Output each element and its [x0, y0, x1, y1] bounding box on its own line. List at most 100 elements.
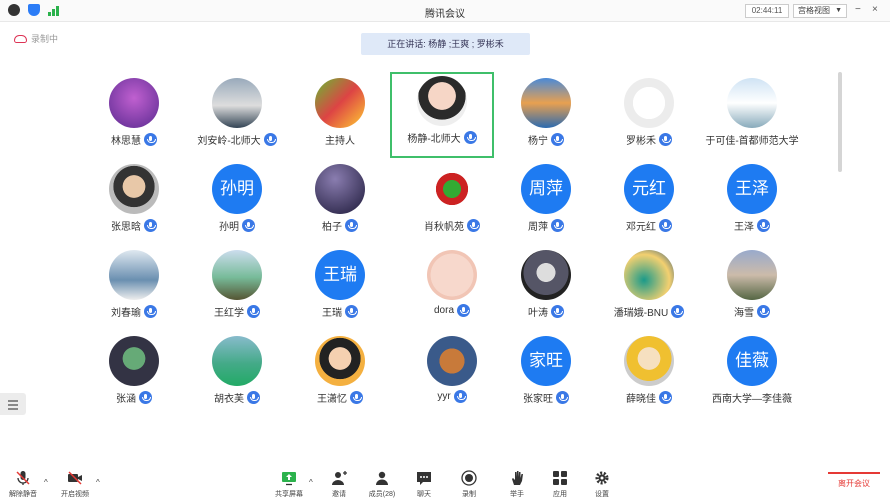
grid-scrollbar[interactable] [838, 72, 842, 172]
participant-tile[interactable]: 刘安岭-北师大 [177, 74, 297, 162]
participant-name: 王瑞 [322, 308, 342, 319]
participant-tile[interactable]: 叶涛 [486, 246, 606, 334]
unmute-button[interactable]: 解除静音 [0, 470, 46, 499]
minimize-icon[interactable]: − [855, 4, 861, 15]
participant-name-row: 主持人 [280, 132, 400, 147]
participant-name: 杨静-北师大 [407, 134, 461, 145]
bottom-toolbar: 解除静音 ^ 开启视频 ^ 共享屏幕 ^ 邀请 成员(28) 聊天 录制 举手 … [0, 466, 890, 503]
participant-tile[interactable]: 薛晓佳 [589, 332, 709, 420]
mic-icon [757, 305, 770, 318]
share-screen-label: 共享屏幕 [275, 491, 303, 498]
mic-icon [467, 219, 480, 232]
participant-name-row: 潘瑞娥-BNU [589, 304, 709, 319]
avatar [521, 250, 571, 300]
avatar [109, 78, 159, 128]
mic-off-icon [16, 471, 30, 485]
close-icon[interactable]: × [872, 4, 878, 15]
video-off-icon [68, 471, 82, 485]
start-video-label: 开启视频 [61, 491, 89, 498]
participant-tile[interactable]: 柏子 [280, 160, 400, 248]
participant-name-row: 西南大学—李佳薇 [692, 390, 812, 405]
avatar [212, 250, 262, 300]
share-screen-icon [282, 472, 296, 486]
participant-name-row: 海雪 [692, 304, 812, 319]
participant-tile[interactable]: 元红 邓元红 [589, 160, 709, 248]
participant-tile[interactable]: 张思晗 [74, 160, 194, 248]
mic-icon [551, 219, 564, 232]
participant-name: 孙明 [219, 222, 239, 233]
participant-name: 肖秋帆苑 [424, 222, 464, 233]
participant-name: 王泽 [734, 222, 754, 233]
raise-hand-button[interactable]: 举手 [494, 470, 540, 499]
participant-name: yyr [437, 391, 451, 402]
invite-icon [332, 471, 347, 485]
participant-tile[interactable]: 王潇忆 [280, 332, 400, 420]
mic-icon [144, 305, 157, 318]
apps-button[interactable]: 应用 [537, 470, 583, 499]
avatar [727, 78, 777, 128]
avatar: 王泽 [727, 164, 777, 214]
apps-label: 应用 [553, 491, 567, 498]
participant-tile[interactable]: 张涵 [74, 332, 194, 420]
record-button[interactable]: 录制 [446, 470, 492, 499]
members-label: 成员(28) [368, 491, 396, 498]
participant-tile[interactable]: 刘春瑜 [74, 246, 194, 334]
participant-tile[interactable]: 罗彬禾 [589, 74, 709, 162]
participant-name-row: 张涵 [74, 390, 194, 405]
side-panel-toggle[interactable] [0, 393, 26, 415]
invite-button[interactable]: 邀请 [316, 470, 362, 499]
mic-icon [659, 133, 672, 146]
participant-name: 张家旺 [523, 394, 553, 405]
participant-tile[interactable]: 孙明 孙明 [177, 160, 297, 248]
mic-icon [757, 219, 770, 232]
participant-tile[interactable]: 王泽 王泽 [692, 160, 812, 248]
participant-name-row: 邓元红 [589, 218, 709, 233]
participant-name: 杨宁 [528, 136, 548, 147]
participant-tile[interactable]: 家旺 张家旺 [486, 332, 606, 420]
participant-tile[interactable]: 海雪 [692, 246, 812, 334]
mic-icon [659, 391, 672, 404]
start-video-button[interactable]: 开启视频 [52, 470, 98, 499]
chat-label: 聊天 [417, 491, 431, 498]
recording-indicator[interactable]: 录制中 [14, 32, 58, 45]
participant-tile[interactable]: 周萍 周萍 [486, 160, 606, 248]
leave-meeting-button[interactable]: 离开会议 [828, 472, 880, 496]
participant-tile[interactable]: 佳薇 西南大学—李佳薇 [692, 332, 812, 420]
members-button[interactable]: 成员(28) [359, 470, 405, 499]
avatar [427, 164, 477, 214]
participant-tile[interactable]: 胡衣芙 [177, 332, 297, 420]
participant-tile[interactable]: 杨静-北师大 [390, 72, 494, 158]
participant-name: 于可佳-首都师范大学 [705, 136, 799, 147]
participant-tile[interactable]: 主持人 [280, 74, 400, 162]
participant-name: 王潇忆 [317, 394, 347, 405]
share-screen-button[interactable]: 共享屏幕 [266, 470, 312, 499]
participant-name: 邓元红 [626, 222, 656, 233]
video-options-chevron-icon[interactable]: ^ [96, 478, 100, 487]
mic-icon [463, 131, 477, 144]
cloud-record-icon [14, 34, 27, 43]
avatar [427, 250, 477, 300]
avatar [624, 250, 674, 300]
meeting-timer: 02:44:11 [745, 4, 789, 18]
participant-tile[interactable]: 杨宁 [486, 74, 606, 162]
participant-name-row: 孙明 [177, 218, 297, 233]
participant-name-row: 柏子 [280, 218, 400, 233]
mic-options-chevron-icon[interactable]: ^ [44, 478, 48, 487]
participant-name-row: 刘春瑜 [74, 304, 194, 319]
participant-name: 张思晗 [111, 222, 141, 233]
participant-tile[interactable]: 王瑞 王瑞 [280, 246, 400, 334]
settings-button[interactable]: 设置 [579, 470, 625, 499]
view-mode-select[interactable]: 宫格视图 ▼ [793, 4, 847, 18]
chat-button[interactable]: 聊天 [401, 470, 447, 499]
share-options-chevron-icon[interactable]: ^ [309, 478, 313, 487]
participant-name: 周萍 [528, 222, 548, 233]
avatar: 家旺 [521, 336, 571, 386]
participant-name-row: 杨静-北师大 [392, 130, 492, 145]
participant-tile[interactable]: 林思慧 [74, 74, 194, 162]
participant-tile[interactable]: 潘瑞娥-BNU [589, 246, 709, 334]
avatar [727, 250, 777, 300]
participant-tile[interactable]: 于可佳-首都师范大学 [692, 74, 812, 162]
participant-tile[interactable]: 王红学 [177, 246, 297, 334]
hand-icon [512, 471, 523, 485]
participant-name: 胡衣芙 [214, 394, 244, 405]
